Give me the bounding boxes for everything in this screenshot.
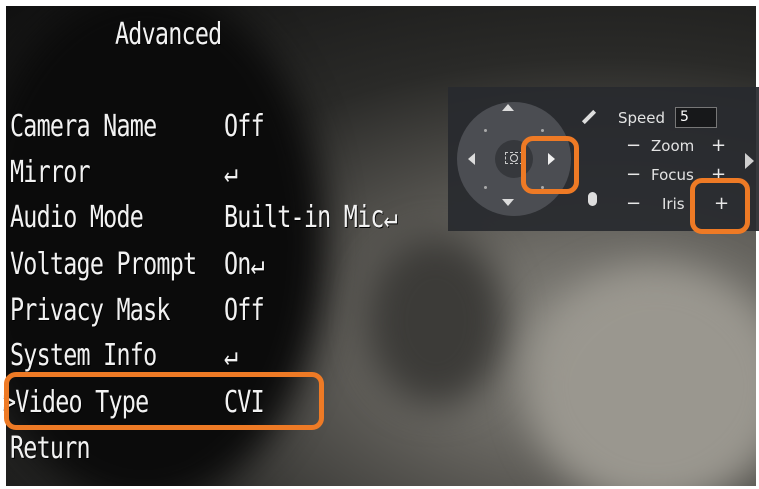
- osd-menu-title: Advanced: [115, 17, 222, 52]
- osd-item-label: Audio Mode: [10, 200, 144, 235]
- iris-label: Iris: [662, 195, 685, 213]
- osd-item-value: On↵: [224, 247, 265, 282]
- expand-arrow-icon[interactable]: [745, 153, 754, 169]
- focus-label: Focus: [651, 166, 694, 184]
- zoom-minus-button[interactable]: −: [626, 135, 641, 156]
- speed-input[interactable]: 5: [675, 107, 717, 128]
- video-light-area: [526, 266, 756, 486]
- pan-left-arrow-icon[interactable]: [468, 153, 475, 165]
- osd-item-label: Mirror: [10, 155, 91, 190]
- highlight-iris-plus: [690, 178, 750, 234]
- osd-item-label: Camera Name: [10, 109, 157, 144]
- speed-label: Speed: [618, 109, 666, 127]
- osd-item-value: Off: [224, 109, 265, 144]
- highlight-pan-right: [521, 136, 579, 194]
- video-object: [366, 236, 506, 406]
- pan-down-arrow-icon[interactable]: [502, 199, 514, 206]
- highlight-video-type: [4, 372, 324, 430]
- osd-item-value: ↵: [224, 155, 238, 190]
- osd-item-value: Off: [224, 293, 265, 328]
- iris-minus-button[interactable]: −: [626, 193, 641, 214]
- focus-minus-button[interactable]: −: [626, 164, 641, 185]
- osd-item-value: Built-in Mic↵: [224, 200, 398, 235]
- osd-item-label: Voltage Prompt: [10, 247, 197, 282]
- zoom-plus-button[interactable]: +: [711, 135, 726, 156]
- mouse-icon[interactable]: [588, 192, 597, 206]
- osd-item-label: System Info: [10, 338, 157, 373]
- osd-item-value: ↵: [224, 338, 238, 373]
- pan-up-arrow-icon[interactable]: [502, 104, 514, 111]
- pencil-icon[interactable]: [581, 109, 597, 125]
- zoom-label: Zoom: [651, 137, 695, 155]
- osd-item-label: Privacy Mask: [10, 293, 170, 328]
- osd-item-label: Return: [10, 431, 91, 466]
